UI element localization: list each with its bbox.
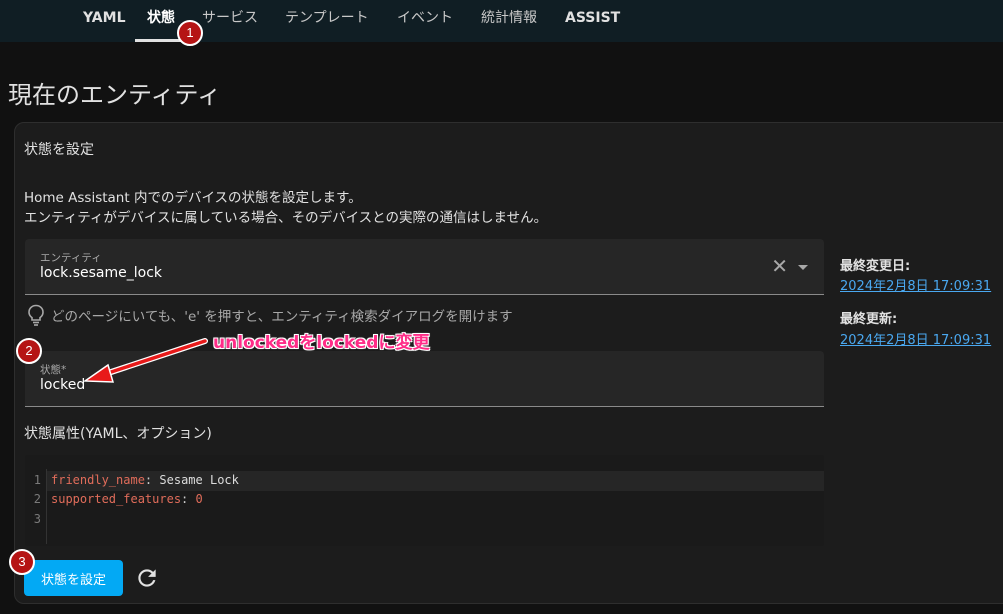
top-tab-bar: YAML 状態 サービス テンプレート イベント 統計情報 ASSIST <box>0 0 1003 42</box>
refresh-icon[interactable] <box>134 565 160 591</box>
last-updated-label: 最終更新: <box>840 312 898 327</box>
tab-services[interactable]: サービス <box>202 0 258 42</box>
code-line-1: friendly_name: Sesame Lock <box>51 473 239 487</box>
set-state-button[interactable]: 状態を設定 <box>24 560 123 596</box>
tab-yaml[interactable]: YAML <box>83 0 126 42</box>
page-title: 現在のエンティティ <box>8 81 222 109</box>
tab-states[interactable]: 状態 <box>147 0 175 42</box>
last-updated-link[interactable]: 2024年2月8日 17:09:31 <box>840 329 991 348</box>
entity-field-label: エンティティ <box>40 252 102 264</box>
description-line-2: エンティティがデバイスに属している場合、そのデバイスとの実際の通信はしません。 <box>24 210 548 226</box>
hint-text: どのページにいても、'e' を押すと、エンティティ検索ダイアログを開けます <box>51 309 513 325</box>
yaml-colon: : <box>144 473 153 487</box>
yaml-value: 0 <box>195 492 203 506</box>
lightbulb-icon <box>28 304 44 326</box>
gutter-separator <box>46 469 47 544</box>
tab-events[interactable]: イベント <box>397 0 453 42</box>
entity-field[interactable]: エンティティ lock.sesame_lock ✕ <box>25 239 824 295</box>
annotation-marker-2: 2 <box>16 338 42 364</box>
active-tab-indicator <box>135 39 181 42</box>
annotation-marker-1: 1 <box>177 20 203 46</box>
code-line-2: supported_features: 0 <box>51 492 203 506</box>
tab-statistics[interactable]: 統計情報 <box>481 0 537 42</box>
line-number: 1 <box>33 473 41 487</box>
entity-field-value: lock.sesame_lock <box>40 265 163 281</box>
yaml-key: supported_features <box>51 492 182 506</box>
card-title: 状態を設定 <box>24 142 94 158</box>
annotation-marker-3: 3 <box>9 549 35 575</box>
yaml-colon: : <box>181 492 189 506</box>
chevron-down-icon[interactable] <box>798 265 808 270</box>
yaml-value: Sesame Lock <box>159 473 239 487</box>
line-number: 3 <box>33 512 41 526</box>
state-field-value: locked <box>40 377 86 393</box>
attributes-editor[interactable]: 1 2 3 friendly_name: Sesame Lock support… <box>25 455 824 546</box>
last-changed-link[interactable]: 2024年2月8日 17:09:31 <box>840 275 991 294</box>
state-field-label: 状態* <box>40 364 67 376</box>
tab-templates[interactable]: テンプレート <box>285 0 369 42</box>
annotation-arrow <box>82 338 208 383</box>
line-number: 2 <box>33 492 41 506</box>
close-icon[interactable]: ✕ <box>771 256 788 276</box>
annotation-callout: unlockedをlockedに変更 <box>213 333 430 353</box>
description-line-1: Home Assistant 内でのデバイスの状態を設定します。 <box>24 190 362 206</box>
yaml-key: friendly_name <box>51 473 145 487</box>
tab-assist[interactable]: ASSIST <box>565 0 620 42</box>
last-changed-label: 最終変更日: <box>840 259 911 274</box>
attributes-title: 状態属性(YAML、オプション) <box>24 426 212 442</box>
